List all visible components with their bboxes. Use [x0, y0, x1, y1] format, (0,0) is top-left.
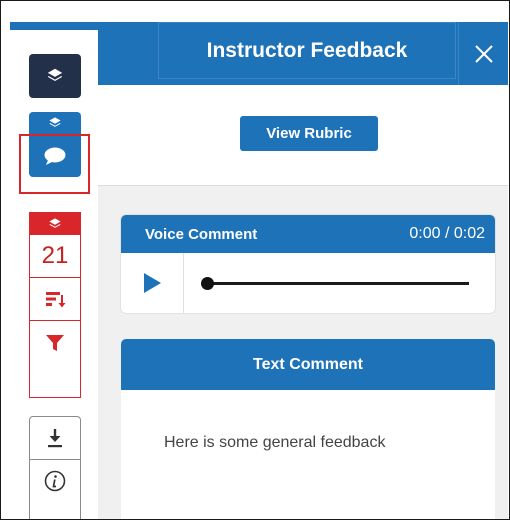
play-button[interactable]	[121, 253, 184, 313]
view-rubric-button[interactable]: View Rubric	[240, 116, 378, 151]
layers-button[interactable]	[29, 54, 81, 98]
text-comment-card: Text Comment Here is some general feedba…	[121, 339, 495, 520]
rubric-section: View Rubric	[98, 85, 508, 186]
info-icon	[44, 470, 66, 492]
audio-progress-knob[interactable]	[200, 277, 214, 290]
filter-icon	[46, 335, 64, 351]
layers-icon	[49, 117, 61, 127]
download-icon	[48, 429, 62, 448]
layers-icon	[49, 218, 61, 228]
play-icon	[144, 273, 161, 293]
utility-group	[29, 416, 81, 520]
annotation-layers-tab[interactable]	[30, 213, 80, 235]
info-button[interactable]	[30, 460, 80, 502]
annotation-tools-group: 21	[29, 212, 81, 398]
layers-icon	[47, 68, 63, 81]
annotation-count[interactable]: 21	[30, 235, 80, 278]
filter-button[interactable]	[30, 321, 80, 365]
audio-progress-track[interactable]	[207, 282, 469, 285]
download-button[interactable]	[30, 417, 80, 460]
feedback-layers-tab[interactable]	[29, 112, 81, 134]
voice-comment-card: Voice Comment 0:00 / 0:02	[121, 215, 495, 313]
selection-highlight	[19, 134, 90, 194]
close-icon	[474, 44, 493, 63]
panel-title: Instructor Feedback	[158, 22, 456, 79]
close-button[interactable]	[458, 22, 508, 85]
text-comment-header: Text Comment	[121, 339, 495, 390]
text-comment-body: Here is some general feedback	[164, 434, 386, 451]
voice-comment-time: 0:00 / 0:02	[409, 225, 485, 242]
sort-icon	[46, 292, 66, 308]
voice-comment-title: Voice Comment	[145, 225, 258, 243]
side-rail: 21	[10, 30, 98, 520]
audio-player	[121, 253, 495, 313]
voice-comment-header: Voice Comment 0:00 / 0:02	[121, 215, 495, 253]
panel-header: Instructor Feedback	[98, 22, 508, 85]
sort-button[interactable]	[30, 278, 80, 321]
